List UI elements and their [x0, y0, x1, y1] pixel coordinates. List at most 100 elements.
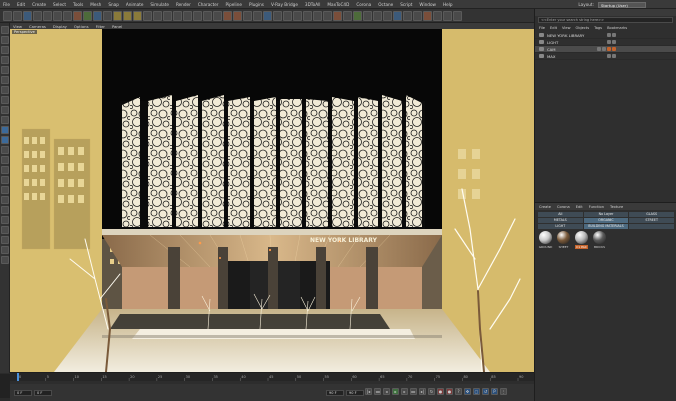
- menu-plugins[interactable]: Plugins: [249, 2, 264, 7]
- visibility-dot-icon[interactable]: [607, 40, 611, 44]
- protection-tag-icon[interactable]: [612, 47, 616, 51]
- menu-snap[interactable]: Snap: [108, 2, 119, 7]
- quantize-icon[interactable]: [0, 156, 9, 164]
- sculpt-brush-icon[interactable]: [0, 206, 9, 214]
- key-position-icon[interactable]: ✥: [464, 388, 471, 395]
- object-row[interactable]: NEW YORK LIBRARY: [535, 32, 676, 39]
- python-icon[interactable]: [353, 10, 362, 21]
- object-row[interactable]: LIGHT: [535, 39, 676, 46]
- material-menu-corona[interactable]: Corona: [557, 205, 570, 209]
- render-to-picture-viewer-icon[interactable]: [123, 10, 132, 21]
- material-swatch[interactable]: SHEET: [556, 231, 571, 249]
- z-axis-icon[interactable]: [93, 10, 102, 21]
- viewport-solo-icon[interactable]: [0, 126, 9, 134]
- enable-axis-icon[interactable]: [0, 106, 9, 114]
- knife-icon[interactable]: [0, 256, 9, 264]
- material-swatch[interactable]: GROUND: [538, 231, 553, 249]
- snap-icon[interactable]: [283, 10, 292, 21]
- material-layer-button[interactable]: [629, 224, 674, 229]
- viewport-menu-cameras[interactable]: Cameras: [29, 24, 46, 29]
- menu-character[interactable]: Character: [198, 2, 219, 7]
- camera-icon[interactable]: [203, 10, 212, 21]
- edges-mode-icon[interactable]: [0, 76, 9, 84]
- visibility-dot-icon[interactable]: [607, 33, 611, 37]
- guide-icon[interactable]: [303, 10, 312, 21]
- xref-icon[interactable]: [323, 10, 332, 21]
- material-menu-create[interactable]: Create: [539, 205, 551, 209]
- object-menu-edit[interactable]: Edit: [550, 26, 557, 30]
- start-frame-field[interactable]: 0 F: [14, 389, 32, 396]
- undo-icon[interactable]: [3, 10, 12, 21]
- workplane-icon[interactable]: [293, 10, 302, 21]
- vray-icon[interactable]: [253, 10, 262, 21]
- material-layer-button[interactable]: GLASS: [629, 212, 674, 217]
- next-frame-icon[interactable]: ▸: [401, 388, 408, 395]
- sculpt-icon[interactable]: [423, 10, 432, 21]
- viewport-menu-options[interactable]: Options: [74, 24, 89, 29]
- go-to-start-icon[interactable]: |◂: [365, 388, 372, 395]
- object-menu-file[interactable]: File: [539, 26, 545, 30]
- extrude-icon[interactable]: [0, 246, 9, 254]
- key-grid-icon[interactable]: ⋮: [500, 388, 507, 395]
- menu-create[interactable]: Create: [32, 2, 46, 7]
- render-settings-icon[interactable]: [133, 10, 142, 21]
- layout-dropdown[interactable]: Startup (User): [598, 1, 646, 8]
- camera-tag-icon[interactable]: [607, 47, 611, 51]
- make-editable-icon[interactable]: [0, 26, 9, 34]
- locked-workplane-icon[interactable]: [0, 186, 9, 194]
- viewport-menu-panel[interactable]: Panel: [112, 24, 122, 29]
- prev-key-icon[interactable]: ◂◂: [374, 388, 381, 395]
- sketch-icon[interactable]: [413, 10, 422, 21]
- octane-icon[interactable]: [243, 10, 252, 21]
- subdivision-icon[interactable]: [163, 10, 172, 21]
- viewport-solo-single-icon[interactable]: [0, 136, 9, 144]
- recent-tool-icon[interactable]: [63, 10, 72, 21]
- material-layer-button[interactable]: No Layer: [583, 212, 629, 217]
- dock-icon[interactable]: [363, 10, 372, 21]
- key-scale-icon[interactable]: ▢: [473, 388, 480, 395]
- hair-icon[interactable]: [403, 10, 412, 21]
- snapping-icon[interactable]: [0, 146, 9, 154]
- texture-mode-icon[interactable]: [0, 46, 9, 54]
- wire-icon[interactable]: [383, 10, 392, 21]
- symmetry-icon[interactable]: [0, 196, 9, 204]
- key-param-icon[interactable]: P: [491, 388, 498, 395]
- layer-icon[interactable]: [313, 10, 322, 21]
- material-layer-button[interactable]: METALS: [538, 218, 583, 223]
- plugin-icon[interactable]: [263, 10, 272, 21]
- current-frame-field[interactable]: 0 F: [34, 389, 52, 396]
- pen-icon[interactable]: [153, 10, 162, 21]
- record-icon[interactable]: ●: [437, 388, 444, 395]
- viewport-menu-display[interactable]: Display: [53, 24, 67, 29]
- menu-help[interactable]: Help: [443, 2, 453, 7]
- go-to-end-icon[interactable]: ▸|: [419, 388, 426, 395]
- visibility-dot-icon[interactable]: [607, 54, 611, 58]
- menu-edit[interactable]: Edit: [17, 2, 25, 7]
- next-key-icon[interactable]: ▸▸: [410, 388, 417, 395]
- autokey-icon[interactable]: ●: [446, 388, 453, 395]
- timeline[interactable]: 0 5 10 15 20 25 30 35 40 45 50 55 60 65 70 75 80 85 90: [10, 372, 534, 384]
- coordinate-system-icon[interactable]: [103, 10, 112, 21]
- menu-tools[interactable]: Tools: [73, 2, 83, 7]
- loop-icon[interactable]: ↻: [428, 388, 435, 395]
- menu-corona[interactable]: Corona: [356, 2, 371, 7]
- visibility-dot-icon[interactable]: [597, 47, 601, 51]
- material-layer-button[interactable]: All: [538, 212, 583, 217]
- light-icon[interactable]: [213, 10, 222, 21]
- timeline-ruler[interactable]: 0 5 10 15 20 25 30 35 40 45 50 55 60 65 70 75 80 85 90: [10, 373, 534, 381]
- uv-mode-icon[interactable]: [0, 96, 9, 104]
- mograph-icon[interactable]: [393, 10, 402, 21]
- motion-tracker-icon[interactable]: [433, 10, 442, 21]
- viewport-menu-filter[interactable]: Filter: [96, 24, 105, 29]
- menu-pipeline[interactable]: Pipeline: [226, 2, 242, 7]
- object-menu-objects[interactable]: Objects: [576, 26, 590, 30]
- corona-ipr-icon[interactable]: [233, 10, 242, 21]
- corona-icon[interactable]: [223, 10, 232, 21]
- live-selection-icon[interactable]: [23, 10, 32, 21]
- menu-maxtoc4d[interactable]: MaxToC4D: [327, 2, 349, 7]
- rotate-icon[interactable]: [53, 10, 62, 21]
- script-icon[interactable]: [273, 10, 282, 21]
- object-row[interactable]: MAX: [535, 53, 676, 60]
- preview-end-field[interactable]: 90 F: [346, 389, 364, 396]
- bevel-icon[interactable]: [0, 236, 9, 244]
